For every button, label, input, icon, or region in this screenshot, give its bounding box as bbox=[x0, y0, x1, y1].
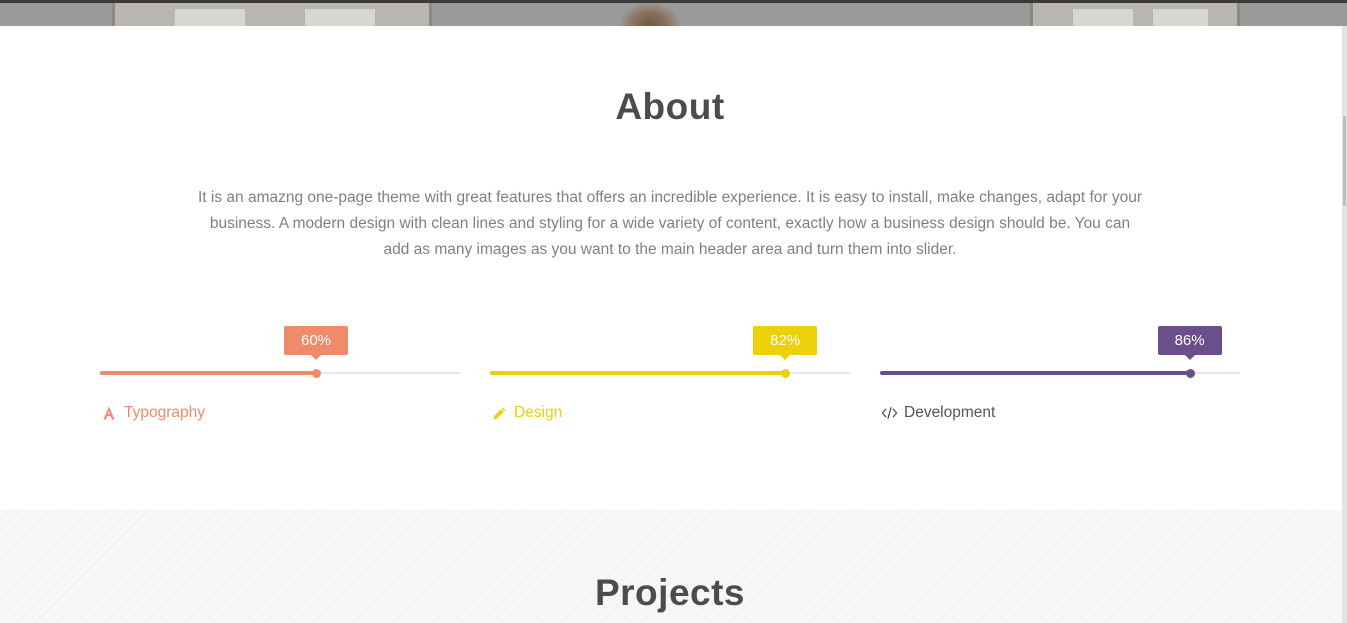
skill-progress-fill bbox=[880, 371, 1190, 375]
projects-title: Projects bbox=[594, 572, 745, 613]
skill-progress-handle bbox=[1185, 369, 1195, 378]
projects-section: Projects bbox=[0, 510, 1342, 623]
skill-label: Development bbox=[904, 404, 996, 421]
skill-progress-fill bbox=[490, 371, 786, 375]
skill-percent-tooltip: 60% bbox=[284, 326, 348, 360]
skill-progress-handle bbox=[781, 369, 791, 378]
skill-design: 82% Design bbox=[490, 320, 850, 430]
scrollbar[interactable] bbox=[1342, 26, 1347, 623]
skill-development: 86% Development bbox=[880, 320, 1240, 430]
pencil-icon bbox=[490, 404, 508, 422]
skill-percent-tooltip: 82% bbox=[753, 326, 818, 360]
scrollbar-thumb[interactable] bbox=[1343, 116, 1346, 206]
skill-progress-handle bbox=[312, 369, 321, 378]
about-description: It is an amazng one-page theme with grea… bbox=[197, 189, 1143, 258]
skill-label: Typography bbox=[124, 404, 205, 421]
skill-progress-fill bbox=[100, 371, 316, 375]
hero-image-strip bbox=[0, 0, 1347, 26]
skill-label: Design bbox=[514, 404, 563, 421]
skill-percent-tooltip: 86% bbox=[1157, 326, 1222, 360]
skill-typography: 60% Typography bbox=[100, 320, 460, 430]
typography-icon bbox=[100, 404, 118, 422]
about-title: About bbox=[615, 86, 725, 127]
code-icon bbox=[880, 404, 898, 422]
